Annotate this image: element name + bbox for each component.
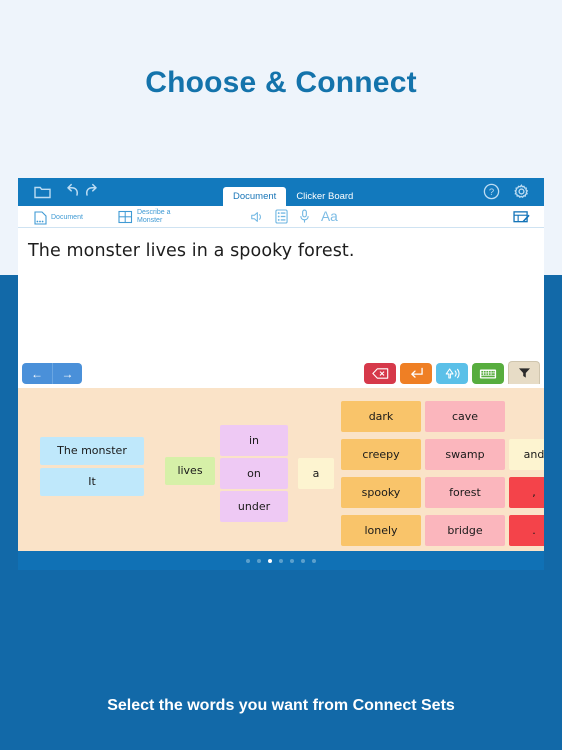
undo-icon[interactable] [66, 182, 80, 198]
word-columns: The monster It lives in on under a dark … [18, 393, 544, 546]
subbar-set-button[interactable]: Describe a Monster [118, 209, 170, 225]
app-toolbar: Document Clicker Board ? [18, 178, 544, 206]
gear-icon[interactable] [513, 183, 530, 200]
word-tile[interactable]: swamp [425, 439, 505, 470]
tab-document[interactable]: Document [223, 187, 287, 206]
view-tabs: Document Clicker Board [223, 187, 363, 206]
speaker-icon[interactable] [250, 210, 264, 224]
keyboard-key[interactable] [472, 363, 504, 384]
list-icon[interactable] [275, 209, 288, 224]
page-dot[interactable] [290, 558, 294, 563]
svg-text:Aa: Aa [321, 209, 338, 224]
key-button-row [364, 361, 540, 384]
word-tile[interactable]: It [40, 468, 144, 496]
filter-tab[interactable] [508, 361, 540, 384]
subbar-set-label-line2: Monster [137, 217, 163, 224]
forward-arrow-button[interactable]: → [52, 363, 82, 384]
page-dot-active[interactable] [268, 558, 272, 563]
app-subtoolbar: Document Describe a Monster Aa [18, 206, 544, 228]
connect-set-grid: The monster It lives in on under a dark … [18, 388, 544, 551]
microphone-icon[interactable] [299, 209, 310, 224]
redo-icon[interactable] [84, 182, 98, 198]
word-tile[interactable]: lives [165, 457, 215, 485]
page-dot[interactable] [257, 558, 261, 563]
word-tile[interactable]: dark [341, 401, 421, 432]
backspace-key[interactable] [364, 363, 396, 384]
word-tile[interactable]: creepy [341, 439, 421, 470]
speak-key[interactable] [436, 363, 468, 384]
subbar-set-label-line1: Describe a [137, 209, 171, 216]
subbar-icon-group: Aa [250, 209, 343, 224]
word-tile[interactable]: on [220, 458, 288, 489]
back-arrow-button[interactable]: ← [22, 363, 52, 384]
word-tile[interactable]: under [220, 491, 288, 522]
subbar-set-label-group: Describe a Monster [137, 209, 170, 225]
word-tile[interactable]: . [509, 515, 544, 546]
word-tile[interactable]: lonely [341, 515, 421, 546]
document-canvas[interactable]: The monster lives in a spooky forest. ← … [18, 228, 544, 388]
page-dot[interactable] [246, 558, 250, 563]
document-edit-icon[interactable] [513, 210, 530, 224]
word-tile[interactable]: spooky [341, 477, 421, 508]
svg-text:?: ? [489, 187, 494, 198]
word-tile[interactable]: in [220, 425, 288, 456]
word-tile[interactable]: forest [425, 477, 505, 508]
page-dot[interactable] [312, 558, 316, 563]
page-indicator [18, 551, 544, 570]
word-tile[interactable]: and [509, 439, 544, 470]
page-dot[interactable] [301, 558, 305, 563]
word-tile[interactable]: cave [425, 401, 505, 432]
page-caption: Select the words you want from Connect S… [107, 697, 455, 714]
subbar-document-button[interactable]: Document [34, 211, 83, 225]
font-size-icon[interactable]: Aa [321, 209, 343, 224]
tab-clicker-board[interactable]: Clicker Board [286, 187, 363, 206]
word-tile[interactable]: bridge [425, 515, 505, 546]
folder-icon[interactable] [34, 184, 51, 199]
help-icon[interactable]: ? [483, 183, 500, 200]
return-key[interactable] [400, 363, 432, 384]
document-text: The monster lives in a spooky forest. [28, 241, 355, 261]
navigation-arrows: ← → [22, 363, 82, 384]
app-window: Document Clicker Board ? Document Descri… [18, 178, 544, 570]
word-tile[interactable]: , [509, 477, 544, 508]
word-tile[interactable]: a [298, 458, 334, 489]
word-tile[interactable]: The monster [40, 437, 144, 465]
page-title: Choose & Connect [145, 66, 417, 99]
subbar-document-label: Document [51, 214, 83, 221]
page-dot[interactable] [279, 558, 283, 563]
